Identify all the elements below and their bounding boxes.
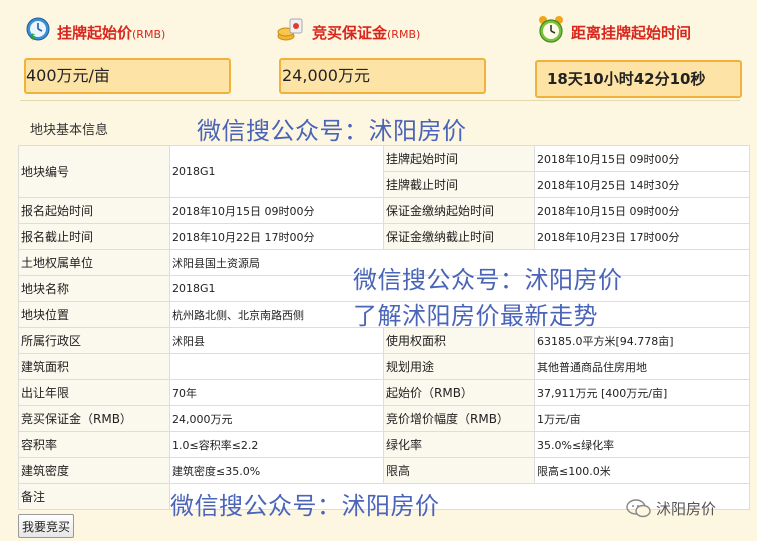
countdown-value: 18天10小时42分10秒 [535, 60, 742, 98]
dep-end-value: 2018年10月23日 17时00分 [534, 223, 750, 250]
watermark-text-3: 了解沭阳房价最新走势 [353, 302, 598, 330]
green-value: 35.0%≤绿化率 [534, 431, 750, 458]
buy-button[interactable]: 我要竞买 [18, 514, 75, 538]
brand-name: 沭阳房价 [656, 500, 717, 518]
deposit-coins-icon [277, 18, 303, 41]
watermark-text-1: 微信搜公众号：沭阳房价 [197, 117, 467, 145]
build-area-label: 建筑面积 [18, 353, 170, 380]
reg-start-value: 2018年10月15日 09时00分 [169, 197, 384, 224]
increment-label: 竞价增价幅度（RMB） [383, 405, 535, 432]
table-row: 出让年限 70年 起始价（RMB） 37,911万元 [400万元/亩] [18, 379, 750, 406]
countdown-label: 距离挂牌起始时间 [571, 24, 692, 42]
owner-label: 土地权属单位 [18, 249, 170, 276]
build-area-value [169, 353, 384, 380]
remark-label: 备注 [18, 483, 170, 510]
top-divider [20, 100, 740, 101]
location-label: 地块位置 [18, 301, 170, 328]
table-row: 建筑面积 规划用途 其他普通商品住房用地 [18, 353, 750, 380]
deposit-label: 竞买保证金(RMB) [312, 24, 421, 42]
area-value: 63185.0平方米[94.778亩] [534, 327, 750, 354]
alarm-clock-icon [539, 16, 563, 43]
table-row: 建筑密度 建筑密度≤35.0% 限高 限高≤100.0米 [18, 457, 750, 484]
plot-no-label: 地块编号 [18, 145, 170, 198]
district-value: 沭阳县 [169, 327, 384, 354]
table-row: 容积率 1.0≤容积率≤2.2 绿化率 35.0%≤绿化率 [18, 431, 750, 458]
increment-value: 1万元/亩 [534, 405, 750, 432]
area-label: 使用权面积 [383, 327, 535, 354]
far-value: 1.0≤容积率≤2.2 [169, 431, 384, 458]
price-clock-icon: $ [26, 17, 50, 41]
term-value: 70年 [169, 379, 384, 406]
start-price-value: 37,911万元 [400万元/亩] [534, 379, 750, 406]
listing-price-label: 挂牌起始价(RMB) [57, 24, 166, 42]
usage-label: 规划用途 [383, 353, 535, 380]
reg-end-value: 2018年10月22日 17时00分 [169, 223, 384, 250]
start-price-label: 起始价（RMB） [383, 379, 535, 406]
list-end-value: 2018年10月25日 14时30分 [534, 171, 750, 198]
list-start-value: 2018年10月15日 09时00分 [534, 145, 750, 172]
deposit-row-label: 竞买保证金（RMB） [18, 405, 170, 432]
name-label: 地块名称 [18, 275, 170, 302]
table-row: 地块编号 2018G1 挂牌起始时间 2018年10月15日 09时00分 [18, 145, 750, 198]
density-value: 建筑密度≤35.0% [169, 457, 384, 484]
list-start-label: 挂牌起始时间 [383, 145, 535, 172]
usage-value: 其他普通商品住房用地 [534, 353, 750, 380]
section-title: 地块基本信息 [30, 123, 109, 138]
watermark-text-4: 微信搜公众号：沭阳房价 [170, 492, 440, 520]
green-label: 绿化率 [383, 431, 535, 458]
plot-no-value: 2018G1 [169, 145, 384, 198]
table-row: 报名截止时间 2018年10月22日 17时00分 保证金缴纳截止时间 2018… [18, 223, 750, 250]
height-label: 限高 [383, 457, 535, 484]
density-label: 建筑密度 [18, 457, 170, 484]
district-label: 所属行政区 [18, 327, 170, 354]
wechat-icon [626, 499, 651, 518]
listing-price-value: 400万元/亩 [24, 58, 231, 94]
table-row: 所属行政区 沭阳县 使用权面积 63185.0平方米[94.778亩] [18, 327, 750, 354]
term-label: 出让年限 [18, 379, 170, 406]
dep-end-label: 保证金缴纳截止时间 [383, 223, 535, 250]
height-value: 限高≤100.0米 [534, 457, 750, 484]
reg-start-label: 报名起始时间 [18, 197, 170, 224]
table-row: 报名起始时间 2018年10月15日 09时00分 保证金缴纳起始时间 2018… [18, 197, 750, 224]
watermark-text-2: 微信搜公众号：沭阳房价 [353, 266, 623, 294]
deposit-row-value: 24,000万元 [169, 405, 384, 432]
list-end-label: 挂牌截止时间 [383, 171, 535, 198]
svg-text:$: $ [30, 32, 36, 41]
table-row: 竞买保证金（RMB） 24,000万元 竞价增价幅度（RMB） 1万元/亩 [18, 405, 750, 432]
deposit-value: 24,000万元 [279, 58, 486, 94]
dep-start-label: 保证金缴纳起始时间 [383, 197, 535, 224]
reg-end-label: 报名截止时间 [18, 223, 170, 250]
dep-start-value: 2018年10月15日 09时00分 [534, 197, 750, 224]
far-label: 容积率 [18, 431, 170, 458]
